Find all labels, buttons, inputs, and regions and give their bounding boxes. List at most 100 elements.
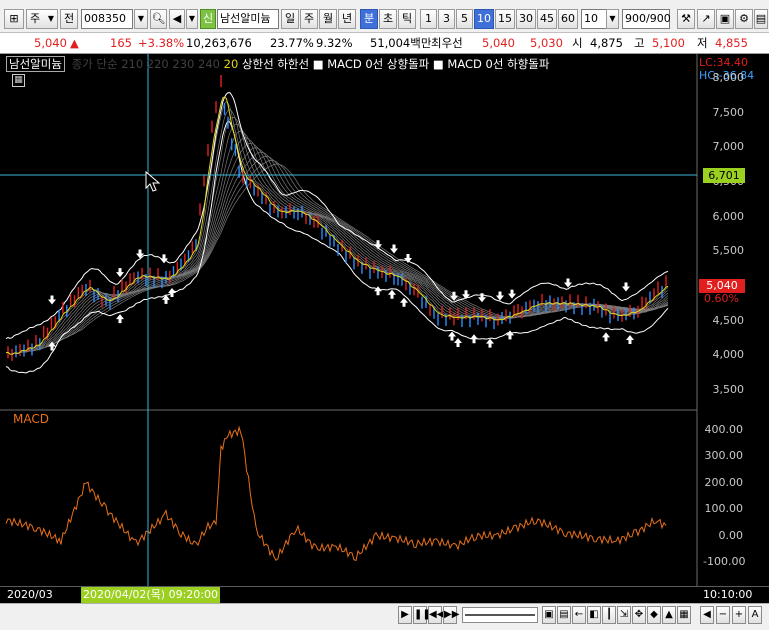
zoom-out-icon[interactable]: − [716,606,730,624]
count-field[interactable]: 900/900 [622,9,671,29]
interval-3[interactable]: 3 [438,9,455,29]
tab-second[interactable]: 초 [379,9,397,29]
tab-daily[interactable]: 일 [281,9,299,29]
stock-code-input[interactable]: 008350 [81,9,133,29]
price-change: 165 [110,36,132,50]
stock-name-field: 남선알미늄 [217,9,279,29]
moving-average-line [5,137,669,355]
sell-signal-arrow-icon [462,290,470,300]
best-bid: 5,030 [530,36,563,50]
credit-badge[interactable]: 신 [200,9,216,29]
macd-pane [5,425,667,562]
scroll-left-icon[interactable]: ◀ [700,606,714,624]
zoom-area-icon[interactable]: ▤ [557,606,571,624]
price-tick-label: 4,000 [712,348,745,362]
buy-signal-arrow-icon [506,330,514,340]
interval-select[interactable]: 10 [581,9,607,29]
candle-icon[interactable]: ┃ [602,606,616,624]
low-label: 저 [697,36,708,50]
tab-minute[interactable]: 분 [360,9,378,29]
market-select[interactable]: 주 ▼ [26,9,58,29]
buy-signal-arrow-icon [486,338,494,348]
code-dropdown-chevron-icon[interactable]: ▼ [134,9,148,29]
buy-signal-arrow-icon [374,286,382,296]
price-tick-label: 7,000 [712,140,745,154]
interval-5[interactable]: 5 [456,9,473,29]
chevron-down-icon: ▼ [47,14,54,23]
low-price: 4,855 [715,36,748,50]
price-pane [5,75,669,374]
zoom-fit-icon[interactable]: ▣ [542,606,556,624]
time-end-label: 10:10:00 [703,588,753,601]
interval-15[interactable]: 15 [495,9,515,29]
sell-signal-arrow-icon [496,291,504,301]
speaker-icon[interactable]: ◀ [169,9,185,29]
search-icon[interactable]: 🔍︎ [150,9,167,29]
tab-monthly[interactable]: 월 [319,9,337,29]
scroll-track [465,614,535,616]
count-total: /900 [646,12,671,25]
scroll-slider[interactable] [462,607,538,623]
play-icon[interactable]: ▶ [398,606,412,624]
moving-average-line [5,155,669,355]
chart-canvas[interactable] [0,54,769,586]
price-tick-label: 5,500 [712,244,745,258]
legend-items: 상한선 하한선 ■ MACD 0선 상향돌파 ■ MACD 0선 하향돌파 [241,57,550,71]
navigation-bar: ▶ ❚❚ ◀◀ ▶▶ ▣ ▤ ← ◧ ┃ ⇲ ✥ ◆ ▲ ▦ ◀ − + A [0,603,769,630]
price-tick-label: 4,500 [712,313,745,327]
macd-line [5,425,667,562]
interval-10[interactable]: 10 [474,9,494,29]
best-ask: 5,040 [482,36,515,50]
interval-45[interactable]: 45 [537,9,557,29]
buy-signal-arrow-icon [168,287,176,297]
chart-toolbar: ⊞ 주 ▼ 전 008350 ▼ 🔍︎ ◀ ▼ 신 남선알미늄 일 주 월 년 분… [0,0,769,33]
time-cursor-label: 2020/04/02(목) 09:20:00 [81,587,221,603]
macd-tick-label: 300.00 [704,449,744,463]
interval-60[interactable]: 60 [558,9,578,29]
scroll-up-icon[interactable]: ▲ [662,606,676,624]
window-menu-icon[interactable]: ▤ [754,9,768,29]
tab-weekly[interactable]: 주 [300,9,318,29]
macd-tick-label: 0.00 [718,528,744,542]
gear-icon[interactable]: ⚙ [735,9,753,29]
sell-signal-arrow-icon [116,268,124,278]
left-arrow-icon[interactable]: ← [572,606,586,624]
bookmark-icon[interactable]: ◆ [647,606,661,624]
legend-stock-name[interactable]: 남선알미늄 [6,56,65,72]
tab-tick[interactable]: 틱 [398,9,416,29]
current-pct-tag: 0.60% [704,292,739,305]
layout-icon[interactable]: ▦ [677,606,691,624]
buy-signal-arrow-icon [388,289,396,299]
pause-icon[interactable]: ❚❚ [413,606,431,624]
buy-signal-arrow-icon [470,334,478,344]
table-grid-icon[interactable]: ▦ [12,74,25,87]
price-tick-label: 3,500 [712,383,745,397]
moving-average-line [5,160,669,355]
sell-signal-arrow-icon [390,244,398,254]
buy-signal-arrow-icon [626,334,634,344]
trend-icon[interactable]: ↗ [697,9,715,29]
lower-band-line [5,120,669,374]
speaker-chevron-icon[interactable]: ▼ [186,9,198,29]
type-button[interactable]: 전 [60,9,78,29]
moving-average-line [5,151,669,355]
count-value: 900 [625,12,646,25]
crosshair-icon[interactable]: ✥ [632,606,646,624]
sell-signal-arrow-icon [136,249,144,259]
mode-icon[interactable]: ◧ [587,606,601,624]
indicator-icon[interactable]: ⚒ [677,9,695,29]
export-icon[interactable]: ⇲ [617,606,631,624]
save-icon[interactable]: ▣ [716,9,734,29]
rewind-icon[interactable]: ◀◀ [428,606,444,624]
chart-layout-icon[interactable]: ⊞ [4,9,24,29]
lc-label: LC:34.40 [699,56,749,69]
tab-yearly[interactable]: 년 [338,9,356,29]
font-size-icon[interactable]: A [748,606,762,624]
forward-icon[interactable]: ▶▶ [443,606,459,624]
interval-30[interactable]: 30 [516,9,536,29]
zoom-in-icon[interactable]: + [732,606,746,624]
interval-chevron-icon[interactable]: ▼ [606,9,619,29]
buy-signal-arrow-icon [454,338,462,348]
interval-1[interactable]: 1 [420,9,437,29]
trade-amount: 51,004백만 [370,36,432,50]
